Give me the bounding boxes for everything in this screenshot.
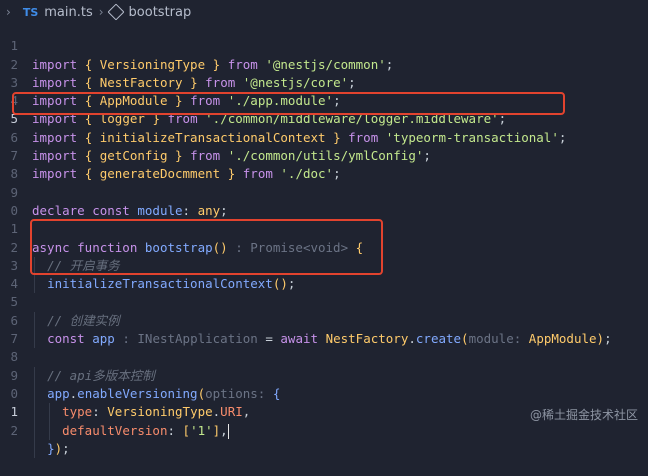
watermark: @稀土掘金技术社区	[529, 408, 638, 422]
line-number: 2	[10, 422, 18, 438]
code-line[interactable]: 3 import { AppModule } from './app.modul…	[0, 56, 648, 108]
code-line[interactable]: 1 import { VersioningType } from '@nestj…	[0, 19, 648, 71]
code-line[interactable]: 1 defaultVersion: ['1'],	[0, 385, 648, 440]
string-literal: '1'	[190, 422, 213, 438]
code-line[interactable]: 8	[0, 147, 648, 181]
symbol-method-icon	[107, 3, 125, 21]
code-line[interactable]: 2 import { NestFactory } from '@nestjs/c…	[0, 37, 648, 90]
code-line[interactable]: 0 type: VersioningType.URI,	[0, 367, 648, 422]
indent-guide	[49, 421, 50, 440]
code-line[interactable]: 7	[0, 312, 648, 346]
indent-guide	[34, 439, 35, 459]
text-cursor	[227, 423, 229, 439]
breadcrumb-symbol-label: bootstrap	[128, 4, 192, 20]
breadcrumb-file[interactable]: TS main.ts	[17, 5, 93, 20]
highlight-box-transaction	[30, 219, 383, 275]
code-line[interactable]: 4 import { logger } from './common/middl…	[0, 74, 648, 126]
breadcrumb-file-label: main.ts	[44, 4, 93, 20]
typescript-file-icon: TS	[22, 5, 39, 19]
chevron-right-icon: ›	[98, 5, 104, 19]
object-key: defaultVersion	[62, 422, 168, 438]
code-line[interactable]: 7 import { generateDocmment } from './do…	[0, 129, 648, 181]
code-line[interactable]: 9 app.enableVersioning(options: {	[0, 348, 648, 404]
highlight-box-import	[12, 92, 565, 115]
code-line[interactable]: 0	[0, 184, 648, 218]
code-line[interactable]: 9 declare const module: any;	[0, 165, 648, 218]
code-editor[interactable]: › TS main.ts › bootstrap 1 import { Vers…	[0, 0, 648, 459]
code-line[interactable]: 6 const app : INestApplication = await N…	[0, 293, 648, 349]
code-line[interactable]: 8 // api多版本控制	[0, 330, 648, 385]
code-line[interactable]: 5 // 创建实例	[0, 275, 648, 331]
chevron-right-icon: ›	[6, 5, 11, 19]
breadcrumb-symbol[interactable]: bootstrap	[107, 3, 192, 21]
code-line[interactable]: 1 async function bootstrap() : Promise<v…	[0, 202, 648, 254]
